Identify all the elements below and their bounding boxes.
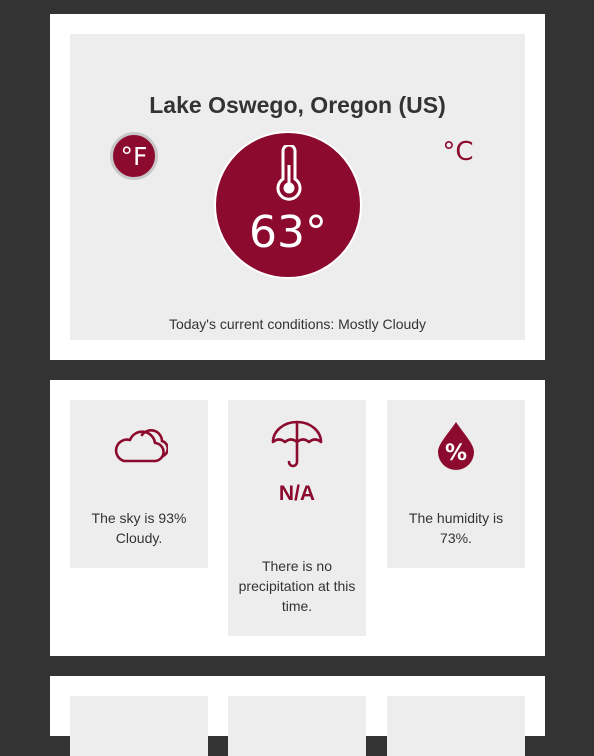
cloud-icon [70, 426, 208, 464]
precipitation-value: N/A [278, 482, 316, 505]
fahrenheit-toggle-button[interactable]: °F [110, 132, 158, 180]
additional-details-card [50, 676, 545, 756]
location-title: Lake Oswego, Oregon (US) [149, 92, 446, 118]
detail-tile-placeholder [70, 696, 208, 756]
detail-tile-placeholder [387, 696, 525, 756]
humidity-tile: % The humidity is 73%. [387, 400, 525, 568]
precipitation-tile: N/A There is no precipitation at this ti… [228, 400, 366, 636]
sky-text: The sky is 93% Cloudy. [91, 510, 187, 546]
umbrella-icon [228, 420, 366, 470]
current-conditions-text: Today's current conditions: Mostly Cloud… [168, 316, 427, 332]
temperature-badge: 63° [214, 131, 362, 279]
temperature-value: 63° [249, 207, 327, 258]
thermometer-icon [276, 145, 302, 201]
weather-details-card: The sky is 93% Cloudy. N/A There is no p… [50, 380, 545, 656]
celsius-toggle-button[interactable]: °C [442, 134, 474, 170]
precipitation-text: There is no precipitation at this time. [238, 558, 356, 614]
current-weather-panel: Lake Oswego, Oregon (US) °F °C 63° Today… [70, 34, 525, 340]
current-weather-card: Lake Oswego, Oregon (US) °F °C 63° Today… [50, 14, 545, 360]
detail-tile-placeholder [228, 696, 366, 756]
svg-text:%: % [445, 441, 467, 466]
sky-tile: The sky is 93% Cloudy. [70, 400, 208, 568]
humidity-drop-icon: % [387, 420, 525, 470]
humidity-text: The humidity is 73%. [408, 510, 504, 546]
